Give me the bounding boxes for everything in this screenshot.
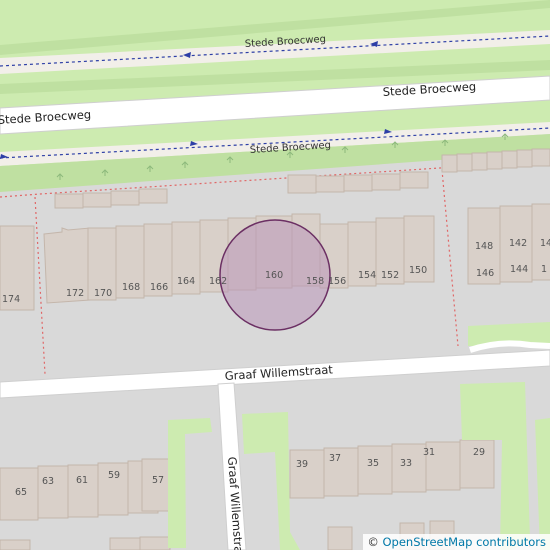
house-number: 152 [381,270,399,281]
house-number: 144 [510,264,528,275]
house-number: 174 [2,294,20,305]
house-number: 158 [306,276,324,287]
house-number: 37 [329,453,341,464]
attribution: © OpenStreetMap contributors [363,534,550,550]
house-number: 63 [42,476,54,487]
house-number: 35 [367,458,379,469]
map-svg: Stede Broecweg Stede Broecweg Stede Broe… [0,0,550,550]
house-number: 14 [540,238,550,249]
osm-contributors-link[interactable]: OpenStreetMap contributors [382,535,546,549]
house-number: 29 [473,447,485,458]
house-number: 170 [94,288,112,299]
house-number: 148 [475,241,493,252]
house-number: 168 [122,282,140,293]
house-number: 61 [76,475,88,486]
house-number: 1 [541,264,547,275]
house-number: 142 [509,238,527,249]
map-canvas[interactable]: Stede Broecweg Stede Broecweg Stede Broe… [0,0,550,550]
house-number: 156 [328,276,346,287]
house-number: 39 [296,459,308,470]
house-number: 150 [409,265,427,276]
house-number: 164 [177,276,195,287]
house-number: 65 [15,487,27,498]
house-number: 172 [66,288,84,299]
house-number: 59 [108,470,120,481]
house-number: 162 [209,276,227,287]
house-number: 57 [152,475,164,486]
house-number: 31 [423,447,435,458]
house-number: 146 [476,268,494,279]
house-number: 166 [150,282,168,293]
copyright-symbol: © [367,535,379,549]
house-number: 160 [265,270,283,281]
house-number: 154 [358,270,376,281]
house-number: 33 [400,458,412,469]
